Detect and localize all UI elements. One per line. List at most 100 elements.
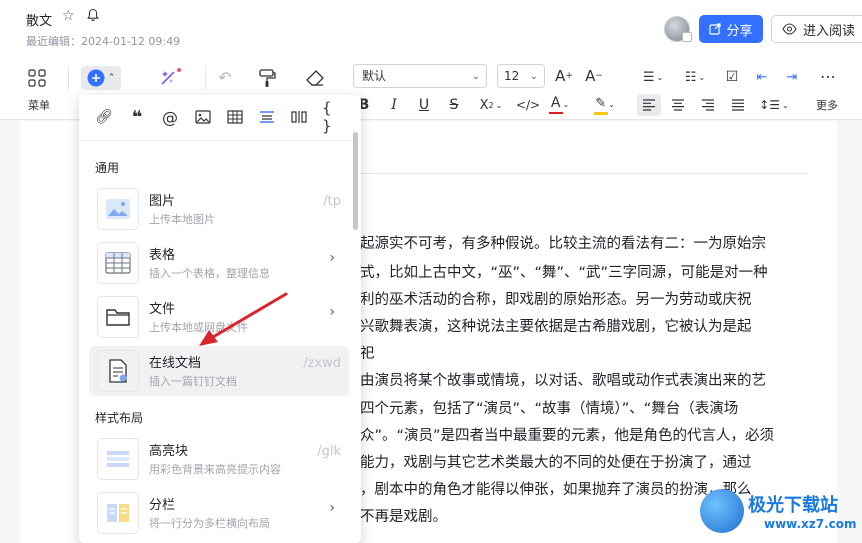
more-label[interactable]: 更多	[816, 97, 838, 113]
font-increase-icon[interactable]: A +	[554, 66, 574, 86]
bell-icon[interactable]	[86, 8, 100, 22]
numbered-list-icon[interactable]: ☷ ⌄	[680, 68, 710, 86]
image-icon[interactable]	[193, 107, 213, 127]
paragraph-line[interactable]: 不再是戏剧。	[360, 505, 447, 526]
align-right-icon[interactable]	[698, 94, 718, 116]
superscript-icon[interactable]: X 2 ⌄	[475, 96, 507, 114]
share-icon	[709, 23, 722, 35]
insert-item-highlight[interactable]: 高亮块 用彩色背景来高亮提示内容 /glk	[89, 434, 349, 484]
indent-increase-icon[interactable]: ⇥	[782, 67, 802, 87]
paragraph-line[interactable]: 式，比如上古中文，“巫”、“舞”、“武”三字同源，可能是对一种	[360, 261, 768, 282]
more-icon[interactable]: ⋯	[816, 66, 840, 86]
toolbar-divider	[68, 66, 69, 90]
eraser-icon[interactable]	[303, 67, 327, 89]
item-title: 表格	[149, 248, 176, 263]
title-divider	[360, 173, 808, 174]
line-height-icon[interactable]: ↕☰ ⌄	[758, 94, 790, 116]
chevron-down-icon: ⌃	[107, 73, 116, 83]
chevron-right-icon: ›	[329, 250, 335, 266]
insert-panel: 🔗︎ ❝ @ { } 通用 图片 上传本地图片 /tp 表格 插入一个表格，整理…	[79, 95, 361, 543]
font-size-select[interactable]: 12 ⌄	[497, 64, 545, 88]
read-mode-label: 进入阅读	[803, 23, 856, 39]
menu-grid-icon[interactable]	[26, 68, 48, 88]
indent-decrease-icon[interactable]: ⇤	[752, 67, 772, 87]
italic-icon[interactable]: I	[386, 96, 402, 114]
plus-circle-icon	[87, 69, 105, 87]
item-description: 插入一篇钉钉文档	[149, 375, 237, 388]
item-shortcut: /tp	[323, 194, 341, 209]
paragraph-line[interactable]: 祀	[360, 342, 375, 363]
eye-icon	[782, 23, 797, 35]
watermark-text: 极光下载站	[748, 495, 838, 516]
highlight-block-icon	[97, 438, 139, 480]
paragraph-line[interactable]: 由演员将某个故事或情境，以对话、歌唱或动作式表演出来的艺	[360, 369, 766, 390]
insert-button[interactable]: ⌃	[81, 66, 121, 90]
paragraph-line[interactable]: 众”。“演员”是四者当中最重要的元素，他是角色的代言人，必须	[360, 424, 774, 445]
highlight-icon[interactable]: ✎ ⌄	[590, 94, 620, 116]
align-left-icon[interactable]	[637, 94, 661, 116]
paragraph-line[interactable]: ，剧本中的角色才能得以伸张，如果抛弃了演员的扮演，那么	[360, 478, 752, 499]
align-justify-icon[interactable]	[728, 94, 748, 116]
header-bar: 散文 ☆ 最近编辑：2024-01-12 09:49 分享 进入阅读	[0, 0, 862, 58]
online-doc-icon	[97, 350, 139, 392]
panel-scrollbar[interactable]	[353, 132, 358, 230]
item-description: 用彩色背景来高亮提示内容	[149, 463, 281, 476]
chevron-right-icon: ›	[329, 304, 335, 320]
paragraph-line[interactable]: 四个元素，包括了“演员”、“故事（情境）”、“舞台（表演场	[360, 397, 738, 418]
share-button[interactable]: 分享	[699, 15, 763, 43]
item-shortcut: /glk	[317, 444, 341, 459]
last-edit-time: 最近编辑：2024-01-12 09:49	[26, 35, 181, 48]
image-icon	[97, 188, 139, 230]
code-icon[interactable]: </>	[516, 96, 540, 114]
code-block-icon[interactable]: { }	[322, 99, 342, 135]
underline-icon[interactable]: U	[416, 96, 432, 114]
insert-item-columns[interactable]: 分栏 将一行分为多栏横向布局 ›	[89, 488, 349, 538]
font-family-select[interactable]: 默认 ⌄	[353, 64, 487, 88]
item-description: 上传本地图片	[149, 213, 215, 226]
watermark: 极光下载站 www.xz7.com	[700, 485, 860, 540]
font-decrease-icon[interactable]: A −	[584, 66, 604, 86]
highlight-block-icon[interactable]	[257, 107, 277, 127]
undo-icon[interactable]: ↶	[214, 67, 236, 87]
paragraph-line[interactable]: 起源实不可考，有多种假说。比较主流的看法有二：一为原始宗	[360, 232, 766, 253]
bullet-list-icon[interactable]: ☰ ⌄	[638, 68, 668, 86]
checkbox-list-icon[interactable]: ☑	[722, 67, 742, 87]
quote-icon[interactable]: ❝	[127, 107, 147, 128]
strikethrough-icon[interactable]: S	[446, 96, 462, 114]
insert-item-file[interactable]: 文件 上传本地或网盘文件 ›	[89, 292, 349, 342]
item-title: 文件	[149, 302, 176, 317]
folder-icon	[97, 296, 139, 338]
font-size-value: 12	[504, 69, 520, 83]
table-icon[interactable]	[225, 107, 245, 127]
paragraph-line[interactable]: 能力，戏剧与其它艺术类最大的不同的处便在于扮演了，通过	[360, 451, 752, 472]
link-icon[interactable]: 🔗︎	[94, 107, 114, 127]
star-icon[interactable]: ☆	[62, 8, 75, 24]
align-center-icon[interactable]	[668, 94, 688, 116]
read-mode-button[interactable]: 进入阅读	[771, 15, 862, 43]
format-painter-icon[interactable]	[255, 67, 279, 89]
toolbar-divider	[205, 66, 206, 90]
quick-insert-bar: 🔗︎ ❝ @ { }	[79, 95, 361, 141]
columns-icon[interactable]	[289, 107, 309, 127]
insert-item-online-doc[interactable]: 在线文档 插入一篇钉钉文档 /zxwd	[89, 346, 349, 396]
paragraph-line[interactable]: 兴歌舞表演，这种说法主要依据是古希腊戏剧，它被认为是起	[360, 315, 752, 336]
chevron-down-icon: ⌄	[529, 71, 538, 82]
avatar-badge	[682, 32, 692, 42]
mention-icon[interactable]: @	[160, 107, 180, 127]
item-description: 插入一个表格，整理信息	[149, 267, 270, 280]
chevron-right-icon: ›	[329, 500, 335, 516]
item-title: 在线文档	[149, 356, 202, 371]
menu-label[interactable]: 菜单	[28, 97, 50, 113]
insert-item-image[interactable]: 图片 上传本地图片 /tp	[89, 184, 349, 234]
item-title: 高亮块	[149, 444, 189, 459]
doc-title[interactable]: 散文	[26, 10, 52, 29]
font-color-icon[interactable]: A ⌄	[545, 94, 575, 116]
ai-magic-icon[interactable]	[157, 66, 185, 88]
insert-item-table[interactable]: 表格 插入一个表格，整理信息 ›	[89, 238, 349, 288]
watermark-logo	[700, 489, 744, 533]
paragraph-line[interactable]: 利的巫术活动的合称，即戏剧的原始形态。另一为劳动或庆祝	[360, 288, 752, 309]
watermark-url: www.xz7.com	[764, 517, 857, 531]
chevron-down-icon: ⌄	[471, 71, 480, 82]
section-title-general: 通用	[95, 161, 120, 175]
font-family-value: 默认	[362, 69, 387, 83]
